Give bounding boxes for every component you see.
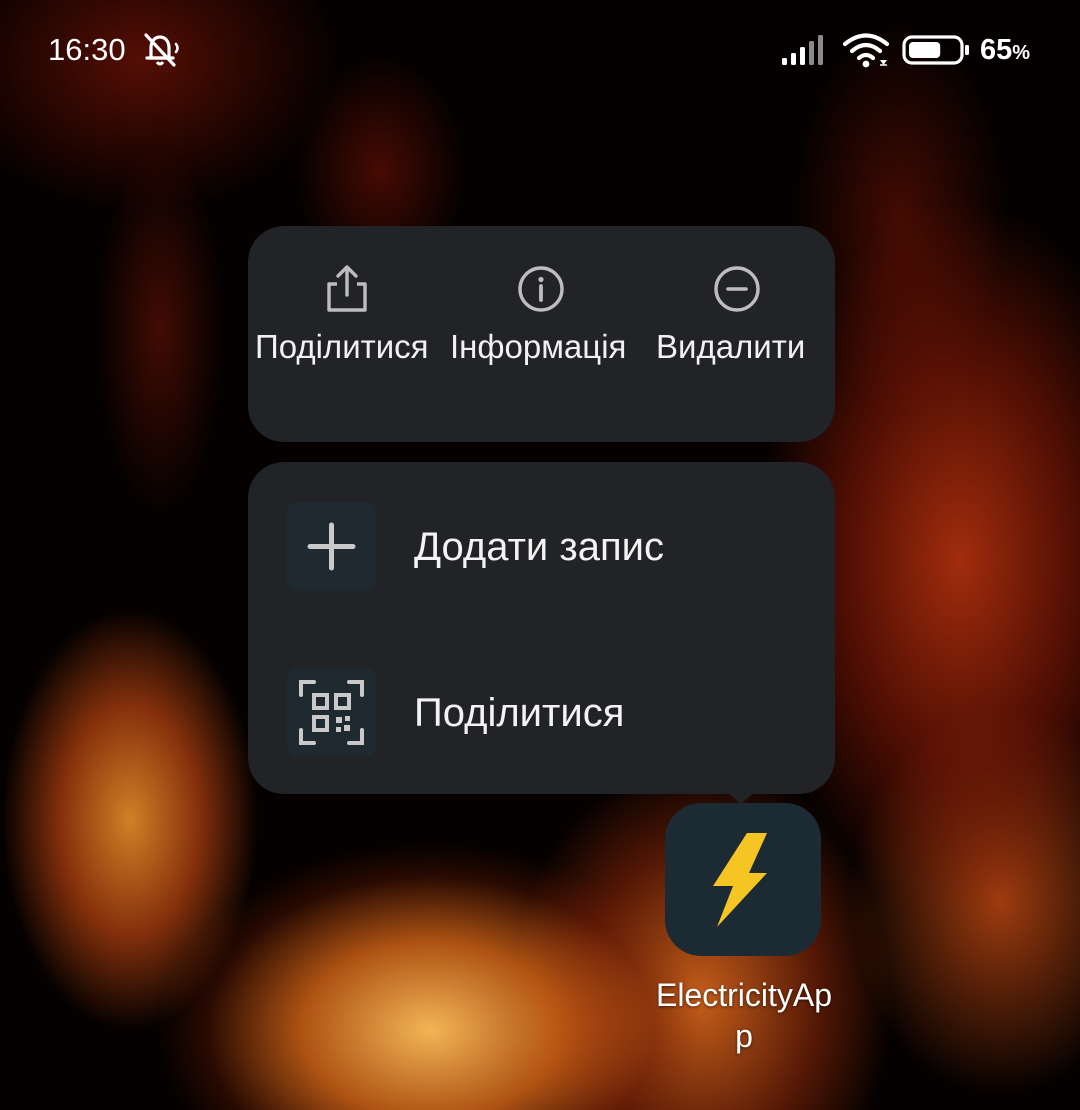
info-icon — [518, 266, 564, 312]
shortcut-share-qr[interactable]: Поділитися — [248, 630, 835, 796]
share-action-label: Поділитися — [255, 328, 429, 365]
shortcut-add-record[interactable]: Додати запис — [248, 464, 835, 630]
shortcut-add-record-label: Додати запис — [414, 525, 664, 569]
share-action[interactable]: Поділитися — [248, 226, 444, 442]
remove-action-label: Видалити — [656, 328, 806, 365]
bell-off-icon — [144, 33, 179, 67]
battery-percentage-value: 65 — [980, 34, 1013, 66]
cellular-signal-icon — [782, 35, 823, 65]
electricity-app-icon[interactable] — [665, 803, 821, 956]
info-action-label: Інформація — [450, 328, 627, 365]
app-shortcuts-card: Додати запис Поділитися — [248, 462, 835, 794]
shortcut-icon-tile — [287, 668, 376, 757]
remove-action[interactable]: Видалити — [640, 226, 835, 442]
battery-icon — [902, 35, 969, 65]
info-action[interactable]: Інформація — [444, 226, 640, 442]
qr-code-icon — [299, 680, 364, 745]
plus-icon — [307, 522, 356, 571]
battery-percentage: 65% — [980, 30, 1030, 73]
share-icon — [327, 265, 367, 312]
wifi-icon — [842, 33, 890, 68]
clock: 16:30 — [48, 32, 126, 67]
battery-percentage-unit: % — [1012, 42, 1031, 64]
app-label: ElectricityApp — [655, 977, 833, 1054]
status-bar: 16:30 65% — [0, 0, 1080, 100]
shortcut-share-qr-label: Поділитися — [414, 691, 625, 735]
shortcut-icon-tile — [287, 502, 376, 591]
lightning-bolt-icon — [713, 833, 767, 927]
app-actions-card: Поділитися Інформація Видалити — [248, 226, 835, 442]
remove-icon — [714, 266, 760, 312]
